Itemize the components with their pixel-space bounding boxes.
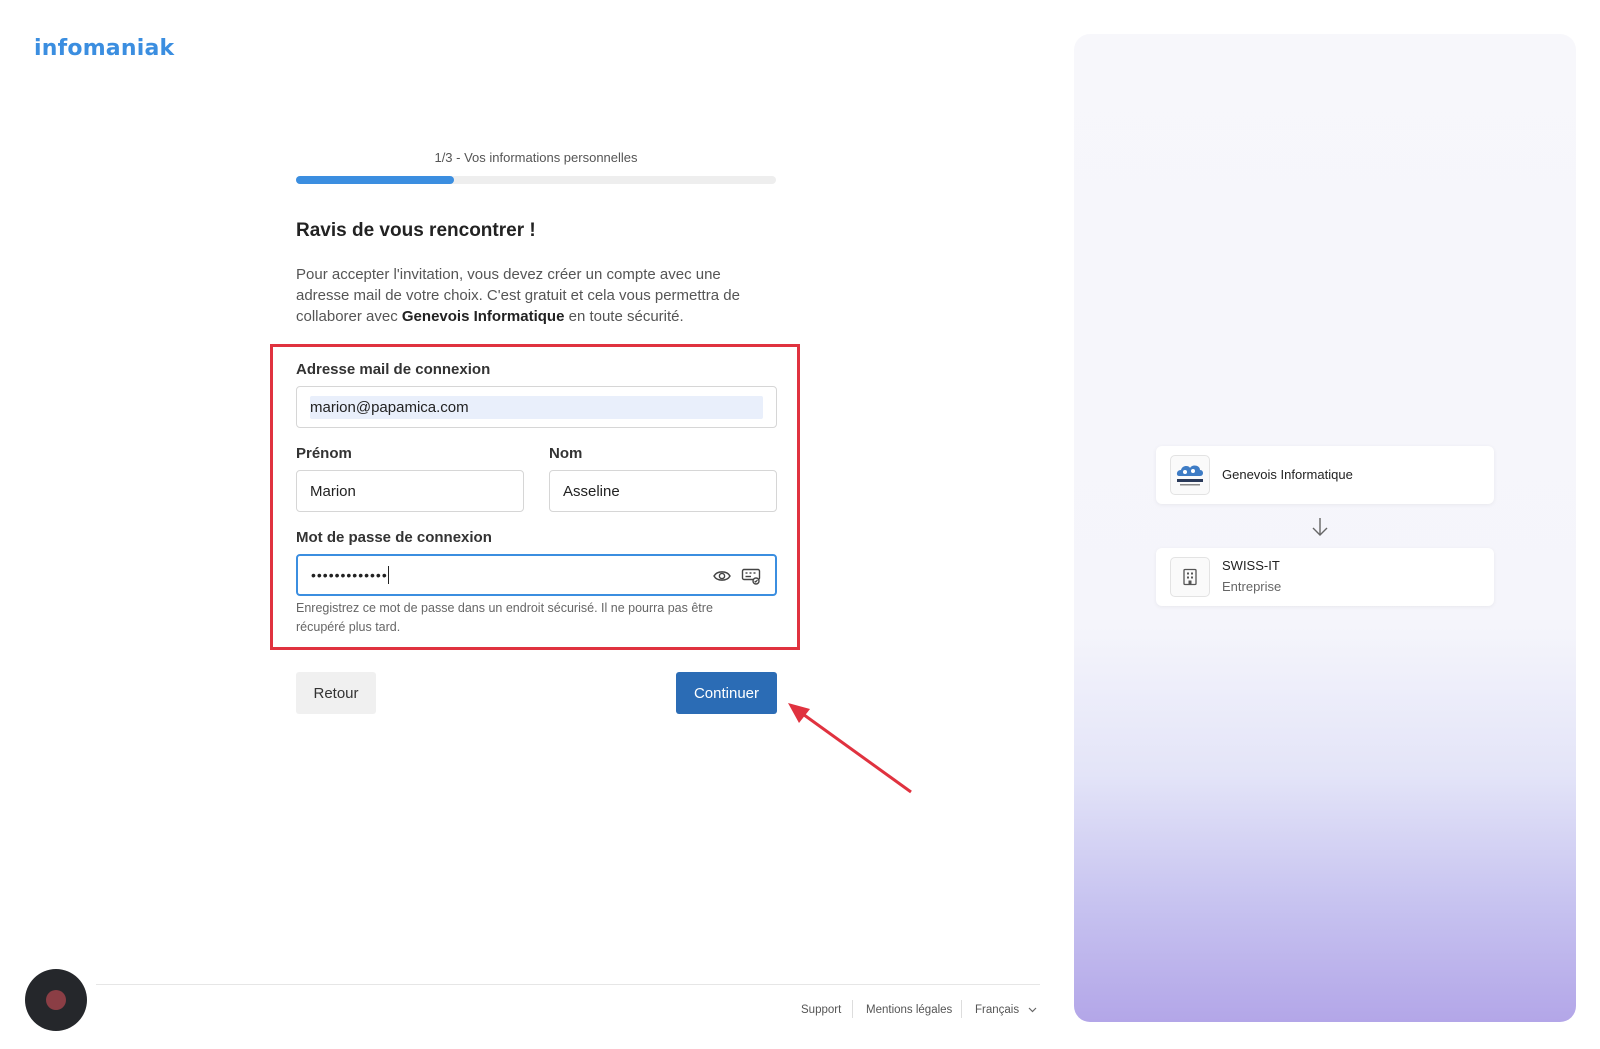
progress-bar bbox=[296, 176, 776, 184]
lastname-field[interactable]: Asseline bbox=[549, 470, 777, 512]
signup-form-column: 1/3 - Vos informations personnelles Ravi… bbox=[296, 150, 776, 327]
org-to-type: Entreprise bbox=[1222, 579, 1282, 594]
chat-widget-button[interactable] bbox=[25, 969, 87, 1031]
footer-separator bbox=[852, 1000, 853, 1018]
firstname-value: Marion bbox=[310, 482, 356, 500]
progress-bar-fill bbox=[296, 176, 455, 184]
step-label: 1/3 - Vos informations personnelles bbox=[434, 150, 638, 165]
building-icon bbox=[1170, 557, 1210, 597]
lastname-label: Nom bbox=[549, 445, 583, 462]
continue-button[interactable]: Continuer bbox=[676, 672, 777, 714]
show-password-eye-icon[interactable] bbox=[712, 566, 732, 590]
password-field[interactable]: ••••••••••••• bbox=[296, 554, 777, 596]
chevron-down-icon bbox=[1028, 1004, 1037, 1016]
org-from-name: Genevois Informatique bbox=[1222, 467, 1353, 482]
language-select-value: Français bbox=[975, 1004, 1020, 1016]
org-to-name: SWISS-IT bbox=[1222, 558, 1280, 573]
infomaniak-logo[interactable]: infomaniak bbox=[34, 36, 174, 61]
page-title: Ravis de vous rencontrer ! bbox=[296, 220, 536, 241]
footer-legal-link[interactable]: Mentions légales bbox=[866, 1004, 952, 1016]
password-helper-text: Enregistrez ce mot de passe dans un endr… bbox=[296, 601, 713, 634]
footer-separator bbox=[961, 1000, 962, 1018]
email-value: marion@papamica.com bbox=[310, 395, 763, 419]
footer-support-link[interactable]: Support bbox=[801, 1004, 841, 1016]
annotation-arrow-icon bbox=[788, 703, 912, 794]
intro-text-end: en toute sécurité. bbox=[564, 308, 684, 325]
org-card-genevois: Genevois Informatique bbox=[1156, 446, 1494, 504]
password-value: ••••••••••••• bbox=[311, 567, 388, 583]
text-caret bbox=[387, 566, 389, 584]
intro-org-name: Genevois Informatique bbox=[401, 308, 565, 325]
chat-icon bbox=[46, 990, 66, 1010]
footer-divider bbox=[96, 984, 1040, 985]
language-select[interactable]: Français bbox=[975, 1004, 1037, 1016]
firstname-label: Prénom bbox=[296, 445, 352, 462]
email-label: Adresse mail de connexion bbox=[296, 361, 491, 378]
firstname-field[interactable]: Marion bbox=[296, 470, 524, 512]
password-label: Mot de passe de connexion bbox=[296, 529, 492, 546]
arrow-down-icon bbox=[1311, 517, 1329, 542]
genevois-logo-icon bbox=[1170, 455, 1210, 495]
lastname-value: Asseline bbox=[563, 482, 620, 500]
intro-text: Pour accepter l'invitation, vous devez c… bbox=[296, 264, 776, 327]
generate-password-icon[interactable] bbox=[741, 566, 761, 590]
org-card-swiss-it: SWISS-IT Entreprise bbox=[1156, 548, 1494, 606]
email-field[interactable]: marion@papamica.com bbox=[296, 386, 777, 428]
back-button[interactable]: Retour bbox=[296, 672, 376, 714]
